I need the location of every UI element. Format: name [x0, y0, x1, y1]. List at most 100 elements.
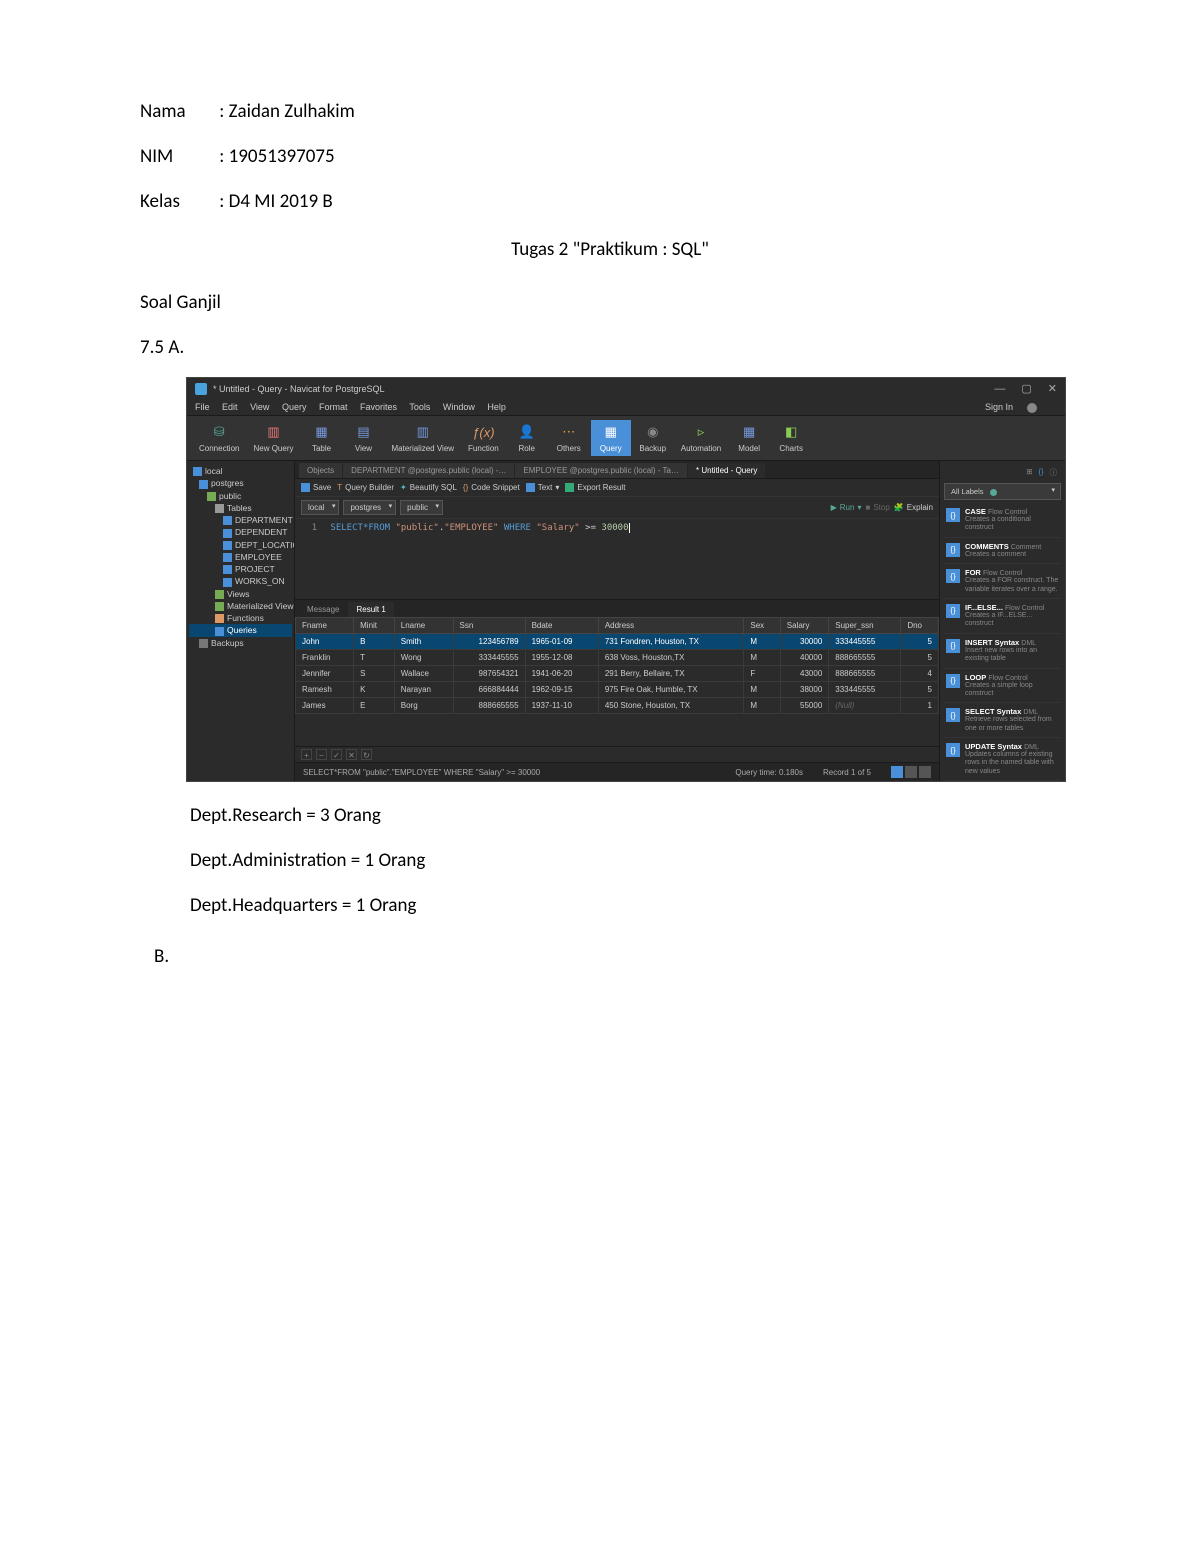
menu-file[interactable]: File — [195, 402, 210, 412]
view-toggle-1[interactable] — [891, 766, 903, 778]
grid-footer-btn-0[interactable]: + — [301, 749, 312, 760]
toolbar-materialized-view[interactable]: ▥Materialized View — [386, 420, 461, 456]
col-salary[interactable]: Salary — [780, 618, 828, 634]
col-address[interactable]: Address — [598, 618, 744, 634]
sidebar-item-department[interactable]: DEPARTMENT — [189, 514, 292, 526]
tab-message[interactable]: Message — [299, 602, 347, 617]
window-maximize[interactable]: ▢ — [1021, 382, 1031, 395]
menu-window[interactable]: Window — [443, 402, 475, 412]
toolbar-charts[interactable]: ◧Charts — [771, 420, 811, 456]
labels-dropdown[interactable]: All Labels — [944, 483, 1061, 500]
grid-footer-btn-3[interactable]: ✕ — [346, 749, 357, 760]
sidebar-item-public[interactable]: public — [189, 490, 292, 502]
save-button[interactable]: Save — [301, 483, 331, 492]
grid-footer-btn-4[interactable]: ↻ — [361, 749, 372, 760]
sidebar-item-postgres[interactable]: postgres — [189, 477, 292, 489]
query-builder-button[interactable]: TQuery Builder — [337, 483, 394, 492]
result-grid[interactable]: FnameMinitLnameSsnBdateAddressSexSalaryS… — [295, 617, 939, 746]
snippet-item[interactable]: {}SELECT Syntax DMLRetrieve rows selecte… — [944, 703, 1061, 738]
snippet-icon: {} — [946, 743, 960, 757]
table-row[interactable]: JohnBSmith1234567891965-01-09731 Fondren… — [296, 634, 939, 650]
tab-untitled-query[interactable]: * Untitled - Query — [688, 463, 765, 478]
text-button[interactable]: Text ▾ — [526, 483, 560, 492]
sidebar-item-queries[interactable]: Queries — [189, 624, 292, 636]
panel-icon-2[interactable]: {} — [1038, 467, 1043, 478]
view-toggle-3[interactable] — [919, 766, 931, 778]
col-minit[interactable]: Minit — [354, 618, 395, 634]
toolbar-function[interactable]: ƒ(x)Function — [462, 420, 505, 456]
col-sex[interactable]: Sex — [744, 618, 780, 634]
toolbar-connection[interactable]: ⛁Connection — [193, 420, 245, 456]
toolbar-role[interactable]: 👤Role — [507, 420, 547, 456]
tab-objects[interactable]: Objects — [299, 463, 342, 478]
menu-help[interactable]: Help — [487, 402, 506, 412]
schema-select[interactable]: public — [400, 500, 443, 515]
menu-favorites[interactable]: Favorites — [360, 402, 397, 412]
view-toggles[interactable] — [891, 766, 931, 778]
connection-select[interactable]: local — [301, 500, 339, 515]
sidebar-item-dependent[interactable]: DEPENDENT — [189, 526, 292, 538]
snippet-item[interactable]: {}CASE Flow ControlCreates a conditional… — [944, 503, 1061, 538]
item-a: 7.5 A. — [140, 336, 1080, 359]
snippet-item[interactable]: {}FOR Flow ControlCreates a FOR construc… — [944, 564, 1061, 599]
col-fname[interactable]: Fname — [296, 618, 354, 634]
col-ssn[interactable]: Ssn — [453, 618, 525, 634]
sidebar-item-mat-views[interactable]: Materialized Views — [189, 600, 292, 612]
menu-query[interactable]: Query — [282, 402, 307, 412]
snippet-item[interactable]: {}LOOP Flow ControlCreates a simple loop… — [944, 669, 1061, 704]
tab-department[interactable]: DEPARTMENT @postgres.public (local) -… — [343, 463, 514, 478]
toolbar-view[interactable]: ▤View — [344, 420, 384, 456]
sidebar-item-functions[interactable]: Functions — [189, 612, 292, 624]
grid-footer-btn-2[interactable]: ✓ — [331, 749, 342, 760]
window-minimize[interactable]: — — [994, 383, 1005, 395]
signin-link[interactable]: Sign In — [985, 402, 1047, 413]
sidebar-item-local[interactable]: local — [189, 465, 292, 477]
table-row[interactable]: JamesEBorg8886655551937-11-10450 Stone, … — [296, 698, 939, 714]
toolbar-backup[interactable]: ◉Backup — [633, 420, 673, 456]
sidebar-item-works-on[interactable]: WORKS_ON — [189, 575, 292, 587]
col-dno[interactable]: Dno — [901, 618, 939, 634]
toolbar-new-query[interactable]: ▥New Query — [247, 420, 299, 456]
menu-format[interactable]: Format — [319, 402, 348, 412]
table-row[interactable]: JenniferSWallace9876543211941-06-20291 B… — [296, 666, 939, 682]
code-snippet-button[interactable]: {}Code Snippet — [463, 483, 520, 492]
beautify-button[interactable]: ✦Beautify SQL — [400, 483, 457, 492]
toolbar-model[interactable]: ▦Model — [729, 420, 769, 456]
tab-result1[interactable]: Result 1 — [348, 602, 393, 617]
run-button[interactable]: ▶ Run ▾ — [831, 503, 862, 512]
sidebar-item-tables[interactable]: Tables — [189, 502, 292, 514]
export-result-button[interactable]: Export Result — [565, 483, 625, 492]
menu-tools[interactable]: Tools — [409, 402, 430, 412]
view-toggle-2[interactable] — [905, 766, 917, 778]
sidebar-item-dept-location[interactable]: DEPT_LOCATION — [189, 539, 292, 551]
col-lname[interactable]: Lname — [394, 618, 453, 634]
table-row[interactable]: RameshKNarayan6668844441962-09-15975 Fir… — [296, 682, 939, 698]
snippet-item[interactable]: {}UPDATE Syntax DMLUpdates columns of ex… — [944, 738, 1061, 781]
explain-button[interactable]: 🧩 Explain — [894, 503, 933, 512]
toolbar-query[interactable]: ▦Query — [591, 420, 631, 456]
tab-employee[interactable]: EMPLOYEE @postgres.public (local) - Ta… — [515, 463, 687, 478]
toolbar-others[interactable]: ⋯Others — [549, 420, 589, 456]
sidebar-item-employee[interactable]: EMPLOYEE — [189, 551, 292, 563]
menu-edit[interactable]: Edit — [222, 402, 238, 412]
statusbar: SELECT*FROM "public"."EMPLOYEE" WHERE "S… — [295, 762, 939, 781]
snippet-item[interactable]: {}COMMENTS CommentCreates a comment — [944, 538, 1061, 564]
snippet-item[interactable]: {}INSERT Syntax DMLInsert new rows into … — [944, 634, 1061, 669]
grid-footer-btn-1[interactable]: − — [316, 749, 327, 760]
snippet-item[interactable]: {}IF...ELSE... Flow ControlCreates a IF.… — [944, 599, 1061, 634]
window-close[interactable]: ✕ — [1048, 382, 1057, 395]
table-row[interactable]: FranklinTWong3334455551955-12-08638 Voss… — [296, 650, 939, 666]
sidebar-item-project[interactable]: PROJECT — [189, 563, 292, 575]
database-select[interactable]: postgres — [343, 500, 396, 515]
sidebar-item-backups[interactable]: Backups — [189, 637, 292, 649]
sql-editor[interactable]: 1 SELECT*FROM "public"."EMPLOYEE" WHERE … — [295, 519, 939, 599]
col-super_ssn[interactable]: Super_ssn — [829, 618, 901, 634]
panel-icon-3[interactable]: ⓘ — [1050, 467, 1058, 478]
stop-button[interactable]: ■ Stop — [865, 503, 889, 512]
sidebar-item-views[interactable]: Views — [189, 588, 292, 600]
panel-icon-1[interactable]: ⊞ — [1026, 467, 1032, 478]
toolbar-table[interactable]: ▦Table — [302, 420, 342, 456]
col-bdate[interactable]: Bdate — [525, 618, 598, 634]
menu-view[interactable]: View — [250, 402, 269, 412]
toolbar-automation[interactable]: ▹Automation — [675, 420, 727, 456]
